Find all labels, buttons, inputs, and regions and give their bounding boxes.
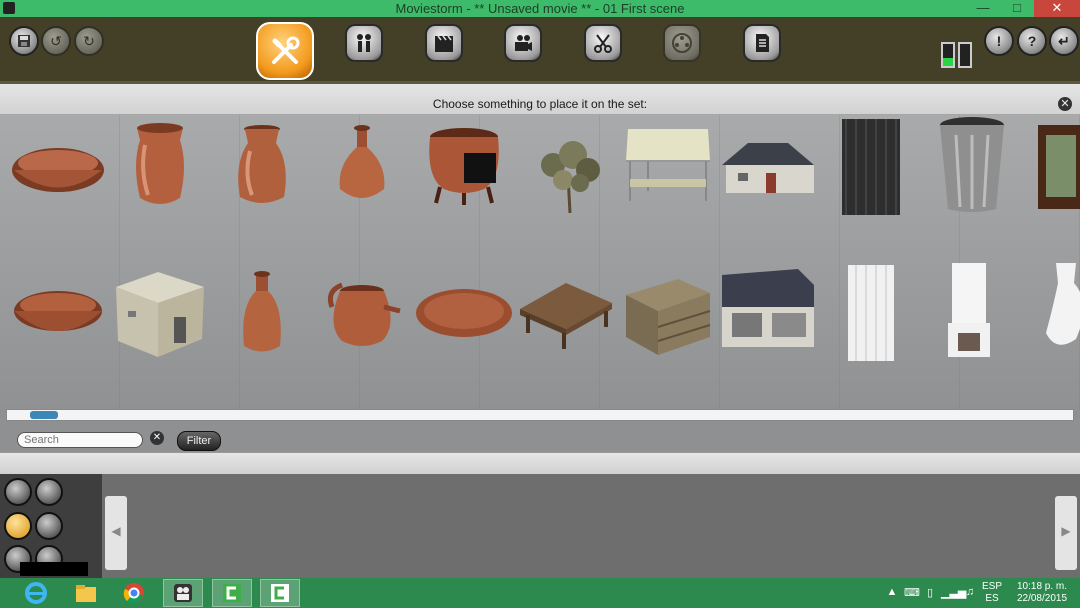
volume-icon[interactable]: ♫ <box>963 586 977 598</box>
window-controls: — □ ✕ <box>966 0 1080 17</box>
moviestorm-icon[interactable] <box>163 579 203 607</box>
wooden-table-item[interactable] <box>516 273 616 373</box>
copper-jug-item[interactable] <box>312 277 412 377</box>
cast-mode-button[interactable] <box>345 24 383 62</box>
window-title: Moviestorm - ** Unsaved movie ** - 01 Fi… <box>395 1 685 16</box>
windows-taskbar: ▲ ⌨ ▯ ▁▃▅ ♫ ESP ES 10:18 p. m. 22/08/201… <box>0 578 1080 608</box>
keyboard-icon[interactable]: ⌨ <box>904 586 920 599</box>
film-reel-icon <box>672 33 692 53</box>
adobe-building-item[interactable] <box>108 267 208 367</box>
catalog-caption: Choose something to place it on the set: <box>432 97 648 111</box>
lang-top: ESP <box>981 581 1002 592</box>
scrollbar-thumb[interactable] <box>29 411 58 419</box>
chevron-up-icon[interactable]: ▲ <box>885 586 899 598</box>
search-input[interactable] <box>17 432 143 448</box>
scroll-right-button[interactable]: ▶ <box>1055 496 1077 570</box>
alert-icon[interactable]: ! <box>984 26 1014 56</box>
film-mode-button[interactable] <box>504 24 542 62</box>
wrench-screwdriver-icon <box>272 36 300 64</box>
white-vase-item[interactable] <box>1036 263 1080 363</box>
copper-bowl-2-item[interactable] <box>8 271 108 371</box>
catalog-scrollbar[interactable] <box>6 409 1074 421</box>
maximize-icon[interactable]: □ <box>1000 0 1034 17</box>
copper-bowl-item[interactable] <box>8 125 108 225</box>
input-language[interactable]: ESP ES <box>979 581 1005 605</box>
redo-icon[interactable]: ↻ <box>74 26 104 56</box>
reel-mode-button <box>663 24 701 62</box>
scissors-icon <box>594 34 612 53</box>
memory-meter <box>958 42 972 68</box>
timeline-area <box>0 474 1080 578</box>
copper-bottle-2-item[interactable] <box>212 271 312 371</box>
copper-bottle-item[interactable] <box>312 125 412 225</box>
close-icon[interactable]: ✕ <box>1034 0 1080 17</box>
white-curtain-item[interactable] <box>826 261 926 361</box>
ie-icon[interactable] <box>16 579 56 607</box>
shrub-item[interactable] <box>518 125 618 225</box>
light-icon[interactable] <box>4 512 32 540</box>
market-stall-item[interactable] <box>618 121 718 221</box>
tooltip-bar <box>20 562 88 576</box>
house-item[interactable] <box>718 125 818 225</box>
clear-icon[interactable]: ✕ <box>150 431 164 445</box>
chrome-icon[interactable] <box>114 579 154 607</box>
set-dressing-mode-button[interactable] <box>256 22 314 80</box>
camera-icon <box>515 35 532 51</box>
copper-plate-item[interactable] <box>414 273 514 373</box>
camtasia-recorder-icon[interactable] <box>260 579 300 607</box>
document-icon <box>756 34 769 52</box>
device-icon[interactable]: ▯ <box>923 586 937 599</box>
undo-icon[interactable]: ↺ <box>41 26 71 56</box>
scale-icon[interactable] <box>35 478 63 506</box>
save-icon[interactable] <box>9 26 39 56</box>
copper-cauldron-item[interactable] <box>414 123 514 223</box>
people-icon <box>357 34 371 52</box>
filter-button[interactable]: Filter <box>177 431 221 451</box>
catalog-grid <box>0 115 1080 410</box>
signal-icon[interactable]: ▁▃▅ <box>941 586 966 599</box>
system-tray: ▲ ⌨ ▯ ▁▃▅ ♫ ESP ES 10:18 p. m. 22/08/201… <box>880 578 1080 608</box>
close-icon[interactable]: ✕ <box>1058 97 1072 111</box>
trash-can-item[interactable] <box>922 115 1022 215</box>
lang-bottom: ES <box>985 593 999 604</box>
catalog-header: Choose something to place it on the set:… <box>0 84 1080 115</box>
clock-time: 10:18 p. m. <box>1016 581 1068 592</box>
copper-vase-item[interactable] <box>110 120 210 220</box>
minimize-icon[interactable]: — <box>966 0 1000 17</box>
magic-icon[interactable] <box>35 512 63 540</box>
clock-date: 22/08/2015 <box>1016 593 1068 604</box>
clock[interactable]: 10:18 p. m. 22/08/2015 <box>1012 581 1072 605</box>
search-bar: ✕ Filter <box>0 421 1080 455</box>
back-icon[interactable]: ↵ <box>1049 26 1079 56</box>
performance-meter <box>941 42 955 68</box>
publish-mode-button[interactable] <box>743 24 781 62</box>
clapperboard-icon <box>435 35 453 52</box>
fireplace-item[interactable] <box>922 259 1022 359</box>
layout-icon[interactable] <box>4 478 32 506</box>
file-explorer-icon[interactable] <box>66 579 106 607</box>
scroll-left-button[interactable]: ◀ <box>105 496 127 570</box>
mesh-curtain-item[interactable] <box>822 115 922 215</box>
help-icon[interactable]: ? <box>1017 26 1047 56</box>
scenes-mode-button[interactable] <box>425 24 463 62</box>
main-toolbar: ↺ ↻ ! ? ↵ <box>0 17 1080 84</box>
edit-mode-button[interactable] <box>584 24 622 62</box>
framed-picture-item[interactable] <box>1028 125 1080 225</box>
shop-building-item[interactable] <box>718 267 818 367</box>
copper-urn-item[interactable] <box>212 123 312 223</box>
title-bar: Moviestorm - ** Unsaved movie ** - 01 Fi… <box>0 0 1080 17</box>
wooden-crate-item[interactable] <box>618 271 718 371</box>
app-icon <box>3 2 15 14</box>
camtasia-icon[interactable] <box>212 579 252 607</box>
